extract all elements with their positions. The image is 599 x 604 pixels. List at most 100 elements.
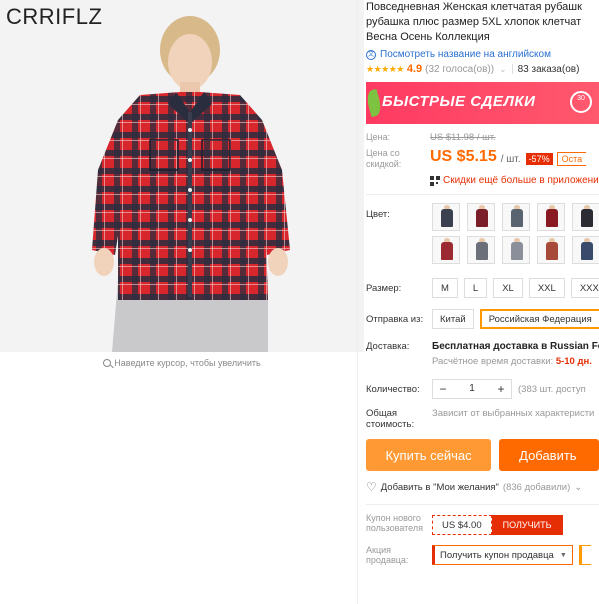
zoom-hint: Наведите курсор, чтобы увеличить	[0, 358, 364, 368]
size-option-xl[interactable]: XL	[493, 278, 523, 298]
chevron-down-icon[interactable]: ⌄	[499, 64, 507, 75]
quantity-row: Количество: − 1 + (383 шт. доступ	[366, 379, 599, 399]
qr-code-icon	[430, 175, 440, 186]
orders-count: 83 заказа(ов)	[517, 63, 580, 75]
product-title: Повседневная Женская клетчатая рубашк ру…	[366, 0, 599, 45]
fast-deals-banner[interactable]: БЫСТРЫЕ СДЕЛКИ 30	[366, 82, 599, 124]
total-row: Общая стоимость: Зависит от выбранных ха…	[366, 408, 599, 430]
quantity-minus-button[interactable]: −	[433, 380, 453, 398]
delivery-days-suffix: дн.	[577, 356, 592, 367]
price-block: Цена: US $11.98 / шт. Цена со скидкой: U…	[366, 132, 599, 186]
translate-icon: 文	[366, 49, 376, 60]
current-price: US $5.15	[430, 148, 497, 165]
title-line: Повседневная Женская клетчатая рубашк	[366, 1, 582, 13]
delivery-time: Расчётное время доставки: 5-10 дн.	[432, 356, 599, 367]
color-option[interactable]	[467, 203, 495, 231]
seller-coupon-select-text: Получить купон продавца	[440, 549, 554, 561]
color-option[interactable]	[432, 203, 460, 231]
translate-link[interactable]: 文 Посмотреть название на английском	[366, 49, 599, 60]
title-line: Весна Осень Коллекция	[366, 31, 490, 43]
product-image[interactable]: CRRIFLZ	[0, 0, 364, 352]
chevron-down-icon: ▼	[559, 551, 567, 559]
size-option-xxl[interactable]: XXL	[528, 278, 565, 298]
delivery-time-prefix: Расчётное время доставки:	[432, 356, 554, 367]
color-options	[432, 203, 599, 264]
delivery-days: 5-10	[555, 356, 575, 367]
free-delivery-text[interactable]: Бесплатная доставка в Russian Fed	[432, 341, 599, 352]
ship-from-label: Отправка из:	[366, 313, 424, 325]
votes-count[interactable]: (32 голоса(ов))	[425, 64, 494, 75]
wishlist-text[interactable]: Добавить в "Мои желания"	[381, 482, 499, 493]
total-value: Зависит от выбранных характеристи	[432, 408, 595, 419]
buy-now-button[interactable]: Купить сейчас	[366, 439, 492, 471]
heart-icon[interactable]: ♡	[366, 480, 377, 494]
quantity-stepper: − 1 +	[432, 379, 512, 399]
quantity-input[interactable]: 1	[453, 380, 491, 398]
old-price: US $11.98 / шт.	[430, 132, 496, 143]
delivery-label: Доставка:	[366, 341, 410, 352]
delivery-info: Бесплатная доставка в Russian Fed Расчёт…	[432, 341, 599, 367]
discount-badge: -57%	[525, 153, 553, 165]
swatch-thumbnail	[441, 209, 453, 227]
divider	[366, 504, 599, 505]
wishlist-row[interactable]: ♡ Добавить в "Мои желания" (836 добавили…	[366, 480, 599, 494]
color-option[interactable]	[572, 203, 599, 231]
product-info: Повседневная Женская клетчатая рубашк ру…	[366, 0, 599, 604]
color-option[interactable]	[537, 203, 565, 231]
ship-from-row: Отправка из: Китай Российская Федерация	[366, 309, 599, 329]
seller-promo-row: Акция продавца: Получить купон продавца …	[366, 545, 599, 565]
translate-link-text[interactable]: Посмотреть название на английском	[380, 49, 551, 60]
rating-value: 4.9	[406, 63, 423, 75]
seller-promo-label: Акция продавца:	[366, 545, 409, 565]
delivery-row: Доставка: Бесплатная доставка в Russian …	[366, 341, 599, 367]
color-option[interactable]	[467, 236, 495, 264]
add-to-cart-button[interactable]: Добавить	[499, 439, 599, 471]
seller-coupon-select-2[interactable]	[578, 545, 591, 565]
brand-logo: CRRIFLZ	[6, 4, 103, 29]
chevron-down-icon[interactable]: ⌄	[574, 482, 582, 493]
swatch-thumbnail	[511, 242, 523, 260]
quantity-label: Количество:	[366, 383, 420, 395]
color-label: Цвет:	[366, 209, 390, 220]
size-option-m[interactable]: M	[432, 278, 458, 298]
new-user-coupon: US $4.00 ПОЛУЧИТЬ	[432, 515, 563, 535]
title-line: рубашка плюс размер 5XL хлопок клетчат	[366, 16, 582, 28]
ship-from-russia[interactable]: Российская Федерация	[479, 309, 599, 329]
wishlist-count: (836 добавили)	[502, 481, 571, 493]
clock-text: 30	[577, 95, 585, 102]
action-buttons: Купить сейчас Добавить	[366, 439, 599, 471]
color-option[interactable]	[432, 236, 460, 264]
color-option[interactable]	[572, 236, 599, 264]
swatch-thumbnail	[581, 242, 593, 260]
separator	[511, 64, 513, 74]
size-option-l[interactable]: L	[463, 278, 488, 298]
swatch-thumbnail	[546, 209, 558, 227]
size-options: M L XL XXL XXXL	[432, 278, 599, 298]
ship-from-options: Китай Российская Федерация	[432, 309, 599, 329]
size-option-xxxl[interactable]: XXXL	[570, 278, 599, 298]
fast-deals-text: БЫСТРЫЕ СДЕЛКИ	[382, 93, 536, 110]
app-discount-row[interactable]: Скидки ещё больше в приложени	[366, 175, 599, 186]
clock-icon: 30	[570, 91, 592, 113]
swatch-thumbnail	[546, 242, 558, 260]
zoom-hint-text: Наведите курсор, чтобы увеличить	[114, 358, 261, 368]
seller-coupon-select[interactable]: Получить купон продавца ▼	[432, 545, 573, 565]
swatch-thumbnail	[441, 242, 453, 260]
ship-from-china[interactable]: Китай	[432, 309, 474, 329]
get-coupon-button[interactable]: ПОЛУЧИТЬ	[491, 515, 563, 535]
old-price-label: Цена:	[366, 132, 391, 142]
divider	[366, 194, 599, 195]
quantity-plus-button[interactable]: +	[491, 380, 511, 398]
color-option[interactable]	[502, 236, 530, 264]
star-rating-icon: ★★★★★	[366, 63, 404, 74]
color-row: Цвет:	[366, 203, 599, 264]
color-option[interactable]	[502, 203, 530, 231]
color-option[interactable]	[537, 236, 565, 264]
app-discount-text[interactable]: Скидки ещё больше в приложени	[443, 175, 599, 186]
size-row: Размер: M L XL XXL XXXL	[366, 278, 599, 298]
new-user-coupon-row: Купон нового пользователя US $4.00 ПОЛУЧ…	[366, 513, 599, 535]
size-label: Размер:	[366, 282, 402, 294]
new-user-coupon-label: Купон нового пользователя	[366, 513, 423, 533]
per-unit: / шт.	[500, 153, 521, 165]
leaf-icon	[366, 88, 384, 118]
